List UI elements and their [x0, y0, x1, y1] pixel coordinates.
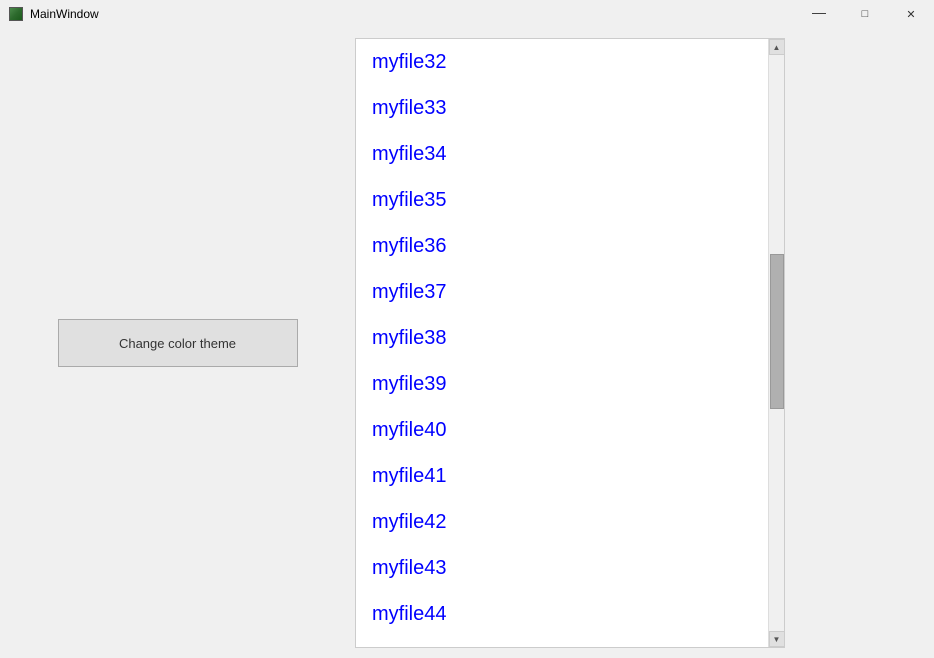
file-list-content: myfile32myfile33myfile34myfile35myfile36…: [356, 39, 768, 647]
left-panel: Change color theme: [0, 28, 355, 658]
list-item[interactable]: myfile41: [356, 453, 768, 499]
list-item[interactable]: myfile45: [356, 637, 768, 647]
list-item[interactable]: myfile44: [356, 591, 768, 637]
scrollbar-arrow-down[interactable]: ▼: [769, 631, 785, 647]
title-bar: MainWindow — □ ✕: [0, 0, 934, 28]
list-item[interactable]: myfile36: [356, 223, 768, 269]
list-item[interactable]: myfile35: [356, 177, 768, 223]
right-panel: myfile32myfile33myfile34myfile35myfile36…: [355, 28, 934, 658]
list-item[interactable]: myfile34: [356, 131, 768, 177]
scrollbar-arrow-up[interactable]: ▲: [769, 39, 785, 55]
minimize-button[interactable]: —: [796, 0, 842, 28]
app-icon: [8, 6, 24, 22]
list-item[interactable]: myfile38: [356, 315, 768, 361]
list-item[interactable]: myfile42: [356, 499, 768, 545]
main-content: Change color theme myfile32myfile33myfil…: [0, 28, 934, 658]
list-item[interactable]: myfile40: [356, 407, 768, 453]
list-item[interactable]: myfile37: [356, 269, 768, 315]
maximize-button[interactable]: □: [842, 0, 888, 28]
list-item[interactable]: myfile43: [356, 545, 768, 591]
window-controls: — □ ✕: [796, 0, 934, 28]
scrollbar-thumb[interactable]: [770, 254, 784, 409]
list-item[interactable]: myfile33: [356, 85, 768, 131]
change-theme-button[interactable]: Change color theme: [58, 319, 298, 367]
list-item[interactable]: myfile39: [356, 361, 768, 407]
close-button[interactable]: ✕: [888, 0, 934, 28]
window-title: MainWindow: [30, 7, 99, 21]
scrollbar-track: ▲ ▼: [768, 39, 784, 647]
list-item[interactable]: myfile32: [356, 39, 768, 85]
file-list-container: myfile32myfile33myfile34myfile35myfile36…: [355, 38, 785, 648]
